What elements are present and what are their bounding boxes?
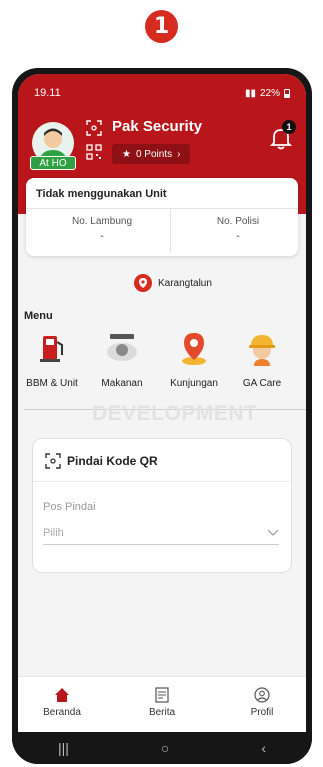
profile-icon: [254, 687, 270, 703]
chevron-down-icon: [267, 529, 279, 536]
menu-item-bbm[interactable]: BBM & Unit: [20, 330, 84, 389]
food-coming-soon-icon: [107, 334, 137, 361]
nav-item-profil[interactable]: Profil: [222, 687, 302, 718]
pos-pindai-label: Pos Pindai: [43, 501, 96, 513]
news-icon: [155, 687, 169, 703]
menu-label: Kunjungan: [170, 378, 218, 389]
points-label: 0 Points: [135, 148, 173, 160]
pos-pindai-select[interactable]: Pilih: [43, 521, 279, 545]
map-pin-icon: [182, 333, 206, 365]
qr-card-title: Pindai Kode QR: [67, 454, 158, 468]
status-indicators: ▮▮ 22%: [245, 88, 290, 99]
pos-pindai-placeholder: Pilih: [43, 526, 64, 539]
location-name: Karangtalun: [158, 277, 212, 289]
status-bar: 19.11 ▮▮ 22%: [34, 86, 290, 100]
star-icon: ★: [122, 148, 131, 160]
qr-code-icon[interactable]: [86, 144, 102, 160]
chevron-right-icon: ›: [177, 148, 181, 160]
menu-title: Menu: [24, 310, 53, 322]
phone-frame: 19.11 ▮▮ 22% At HO Pak Security ★ 0 Poin…: [12, 68, 312, 764]
battery-level: 22%: [259, 87, 280, 99]
step-number-badge: 1: [145, 10, 178, 43]
home-icon: [55, 688, 69, 702]
menu-item-ga-care[interactable]: GA Care: [230, 330, 294, 389]
worker-helmet-icon: [249, 335, 275, 366]
environment-watermark: DEVELOPMENT: [92, 402, 258, 425]
user-name: Pak Security: [112, 118, 203, 135]
polisi-value: -: [236, 231, 240, 242]
menu-item-kunjungan[interactable]: Kunjungan: [162, 330, 226, 389]
location-indicator[interactable]: Karangtalun: [134, 274, 212, 292]
nav-item-beranda[interactable]: Beranda: [22, 687, 102, 718]
app-screen: 19.11 ▮▮ 22% At HO Pak Security ★ 0 Poin…: [18, 74, 306, 732]
divider: [26, 208, 298, 209]
menu-label: GA Care: [242, 378, 282, 389]
points-button[interactable]: ★ 0 Points ›: [112, 144, 191, 164]
nav-label: Berita: [148, 707, 176, 718]
system-navigation-bar: ||| ○ ‹: [12, 732, 312, 764]
battery-icon: [284, 88, 290, 98]
lambung-label: No. Lambung: [71, 216, 133, 227]
back-button[interactable]: ‹: [261, 740, 266, 756]
scan-icon[interactable]: [86, 120, 102, 136]
nav-item-berita[interactable]: Berita: [122, 687, 202, 718]
scan-icon: [45, 453, 61, 469]
home-button[interactable]: ○: [161, 740, 169, 756]
lambung-value: -: [100, 231, 104, 242]
location-badge: At HO: [30, 156, 76, 170]
notification-count: 1: [282, 120, 296, 134]
nav-label: Beranda: [43, 707, 81, 718]
polisi-field: No. Polisi -: [170, 216, 306, 242]
menu-label: BBM & Unit: [26, 378, 78, 389]
bottom-navigation: Beranda Berita Profil: [18, 676, 306, 732]
menu-item-makanan[interactable]: Makanan: [90, 330, 154, 389]
unit-title: Tidak menggunakan Unit: [36, 188, 167, 200]
status-time: 19.11: [34, 87, 61, 99]
polisi-label: No. Polisi: [216, 216, 260, 227]
fuel-pump-icon: [40, 336, 63, 362]
qr-scan-card: Pindai Kode QR Pos Pindai Pilih: [32, 438, 292, 573]
menu-label: Makanan: [101, 378, 143, 389]
location-pin-icon: [134, 274, 152, 292]
nav-label: Profil: [250, 707, 274, 718]
recent-apps-button[interactable]: |||: [58, 740, 69, 756]
signal-icon: ▮▮: [244, 87, 256, 99]
unit-card: Tidak menggunakan Unit No. Lambung - No.…: [26, 178, 298, 256]
divider: [33, 481, 291, 482]
lambung-field: No. Lambung -: [34, 216, 170, 242]
